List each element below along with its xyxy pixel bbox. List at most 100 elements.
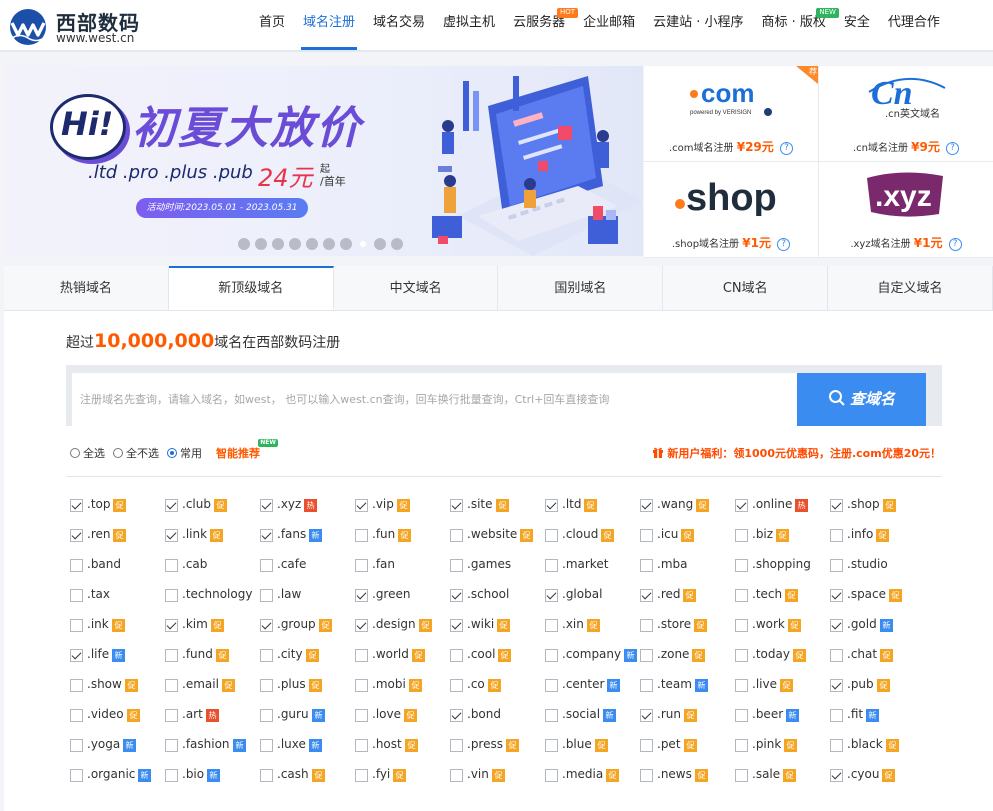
checkbox-icon[interactable] [640,649,653,662]
checkbox-checked-icon[interactable] [70,529,83,542]
checkbox-icon[interactable] [545,559,558,572]
smart-recommend-link[interactable]: 智能推荐 NEW [216,439,278,461]
checkbox-icon[interactable] [830,649,843,662]
search-domain-button[interactable]: 查域名 [797,373,926,426]
checkbox-icon[interactable] [70,769,83,782]
checkbox-icon[interactable] [355,679,368,692]
domain-option[interactable]: .pub 促 [830,676,924,694]
nav-item-1[interactable]: 域名注册 [294,0,364,52]
checkbox-checked-icon[interactable] [450,619,463,632]
checkbox-icon[interactable] [735,619,748,632]
domain-option[interactable]: .club 促 [165,496,259,514]
checkbox-checked-icon[interactable] [70,499,83,512]
checkbox-checked-icon[interactable] [830,499,843,512]
domain-option[interactable]: .city 促 [260,646,354,664]
domain-option[interactable]: .ltd 促 [545,496,639,514]
checkbox-icon[interactable] [545,709,558,722]
checkbox-icon[interactable] [70,619,83,632]
card-cn[interactable]: Cn .cn英文域名 .cn域名注册 ¥9元 ? [819,66,993,161]
domain-option[interactable]: .wiki 促 [450,616,544,634]
domain-option[interactable]: .gold 新 [830,616,924,634]
domain-option[interactable]: .shopping [735,556,829,574]
domain-option[interactable]: .mobi 促 [355,676,449,694]
checkbox-icon[interactable] [640,529,653,542]
domain-option[interactable]: .studio [830,556,924,574]
checkbox-checked-icon[interactable] [640,589,653,602]
carousel-dot[interactable] [340,238,352,250]
domain-option[interactable]: .sale 促 [735,766,829,784]
domain-option[interactable]: .fan [355,556,449,574]
domain-option[interactable]: .news 促 [640,766,734,784]
nav-item-3[interactable]: 虚拟主机 [434,0,504,52]
domain-option[interactable]: .luxe 新 [260,736,354,754]
domain-option[interactable]: .pet 促 [640,736,734,754]
tab-2[interactable]: 中文域名 [333,266,499,310]
domain-option[interactable]: .group 促 [260,616,354,634]
domain-option[interactable]: .design 促 [355,616,449,634]
checkbox-icon[interactable] [260,589,273,602]
domain-option[interactable]: .cab [165,556,259,574]
domain-option[interactable]: .beer 新 [735,706,829,724]
checkbox-icon[interactable] [355,529,368,542]
checkbox-icon[interactable] [735,709,748,722]
domain-option[interactable]: .art 热 [165,706,259,724]
domain-option[interactable]: .site 促 [450,496,544,514]
checkbox-icon[interactable] [70,739,83,752]
domain-option[interactable]: .show 促 [70,676,164,694]
carousel-dot[interactable] [289,238,301,250]
domain-option[interactable]: .space 促 [830,586,924,604]
domain-option[interactable]: .vin 促 [450,766,544,784]
checkbox-icon[interactable] [735,589,748,602]
checkbox-icon[interactable] [355,709,368,722]
domain-option[interactable]: .fans 新 [260,526,354,544]
checkbox-icon[interactable] [830,709,843,722]
domain-option[interactable]: .mba [640,556,734,574]
nav-item-9[interactable]: 代理合作 [879,0,949,52]
checkbox-icon[interactable] [640,679,653,692]
checkbox-checked-icon[interactable] [545,589,558,602]
domain-option[interactable]: .xin 促 [545,616,639,634]
domain-option[interactable]: .cloud 促 [545,526,639,544]
domain-option[interactable]: .ink 促 [70,616,164,634]
checkbox-icon[interactable] [830,739,843,752]
checkbox-icon[interactable] [640,619,653,632]
checkbox-checked-icon[interactable] [260,529,273,542]
domain-option[interactable]: .press 促 [450,736,544,754]
domain-option[interactable]: .live 促 [735,676,829,694]
help-icon[interactable]: ? [946,141,960,155]
checkbox-icon[interactable] [735,559,748,572]
tab-1[interactable]: 新顶级域名 [168,266,334,310]
domain-option[interactable]: .biz 促 [735,526,829,544]
domain-option[interactable]: .cool 促 [450,646,544,664]
checkbox-icon[interactable] [545,649,558,662]
carousel-dot[interactable] [374,238,386,250]
domain-option[interactable]: .plus 促 [260,676,354,694]
domain-option[interactable]: .ren 促 [70,526,164,544]
checkbox-checked-icon[interactable] [70,649,83,662]
select-all-radio[interactable]: 全选 [70,445,105,461]
checkbox-icon[interactable] [165,739,178,752]
checkbox-checked-icon[interactable] [640,499,653,512]
domain-option[interactable]: .co 促 [450,676,544,694]
checkbox-icon[interactable] [735,739,748,752]
domain-option[interactable]: .info 促 [830,526,924,544]
domain-option[interactable]: .black 促 [830,736,924,754]
checkbox-icon[interactable] [545,739,558,752]
checkbox-checked-icon[interactable] [355,589,368,602]
checkbox-icon[interactable] [830,559,843,572]
tab-3[interactable]: 国别域名 [498,266,664,310]
checkbox-icon[interactable] [830,529,843,542]
domain-option[interactable]: .team 新 [640,676,734,694]
checkbox-checked-icon[interactable] [450,709,463,722]
domain-option[interactable]: .company 新 [545,646,639,664]
checkbox-icon[interactable] [165,769,178,782]
domain-option[interactable]: .fashion 新 [165,736,259,754]
checkbox-icon[interactable] [545,529,558,542]
checkbox-checked-icon[interactable] [830,589,843,602]
carousel-dot[interactable] [360,241,366,247]
checkbox-icon[interactable] [70,709,83,722]
domain-option[interactable]: .top 促 [70,496,164,514]
checkbox-checked-icon[interactable] [165,499,178,512]
domain-option[interactable]: .law [260,586,354,604]
checkbox-icon[interactable] [640,559,653,572]
